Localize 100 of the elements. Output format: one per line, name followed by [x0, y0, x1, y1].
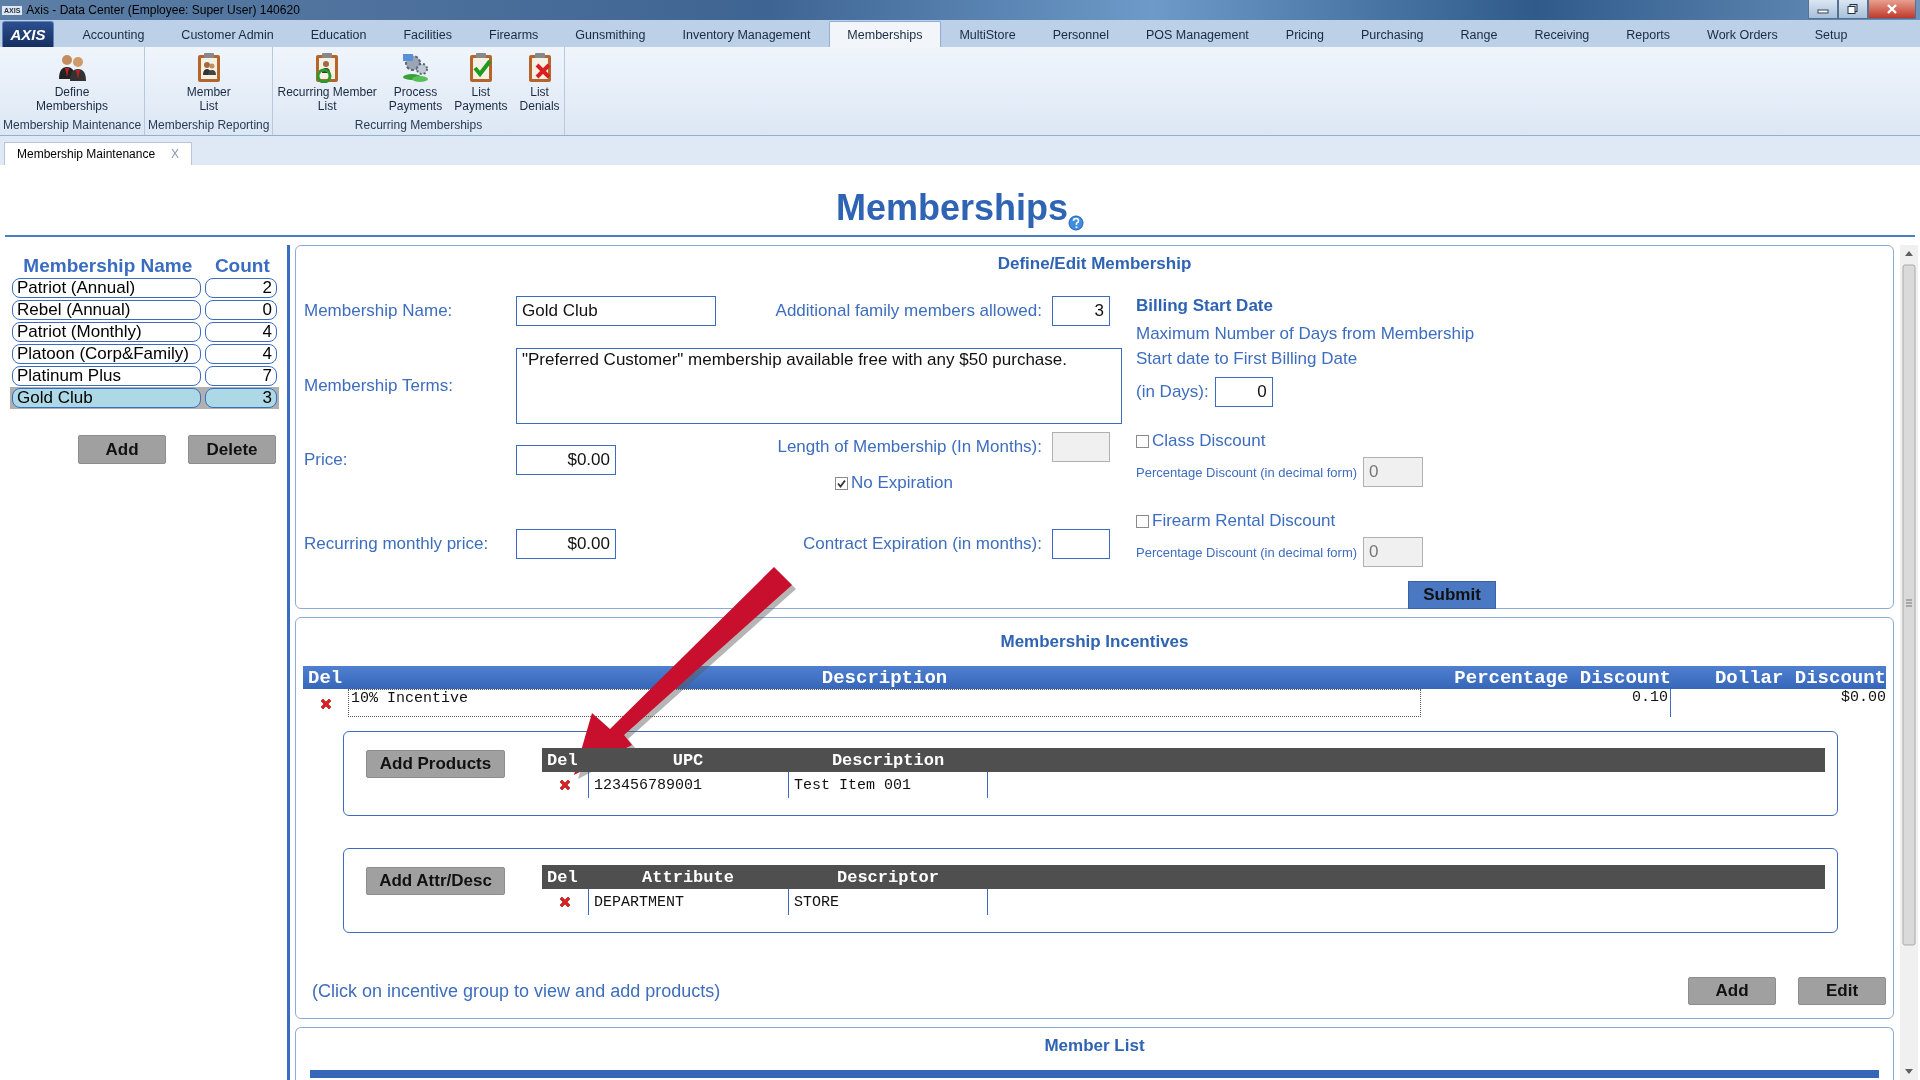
field-label: Percentage Discount (in decimal form) [1136, 464, 1358, 480]
column-header: Percentage Discount [1453, 666, 1671, 689]
list-button[interactable]: Delete [188, 435, 276, 464]
input-field[interactable]: Gold Club [516, 296, 716, 326]
ribbon-button[interactable]: Recurring Member List [275, 51, 379, 118]
action-button[interactable]: Add Products [366, 750, 505, 778]
menu-tab[interactable]: Reports [1607, 21, 1689, 47]
section-title: Member List [1043, 1036, 1146, 1056]
field-label: Membership Terms: [304, 376, 454, 396]
input-field[interactable]: 0 [1214, 377, 1273, 407]
restore-icon [1847, 4, 1859, 14]
close-icon [1886, 4, 1898, 14]
app-logo[interactable]: AXIS [2, 21, 54, 47]
menu-tab[interactable]: Accounting [64, 21, 163, 47]
restore-button[interactable] [1838, 0, 1868, 19]
menu-tab[interactable]: MultiStore [940, 21, 1035, 47]
ribbon-button[interactable]: List Payments [452, 51, 510, 118]
menu-tab[interactable]: POS Management [1127, 21, 1268, 47]
table-cell-text: $0.00 [1840, 689, 1886, 706]
checkbox[interactable] [834, 476, 848, 490]
minimize-button[interactable] [1808, 0, 1838, 19]
membership-count: 4 [205, 322, 277, 342]
membership-name[interactable]: Platoon (Corp&Family) [12, 344, 202, 364]
column-header: Dollar Discount [1713, 666, 1886, 689]
cross-icon[interactable] [558, 778, 572, 792]
selected-row-highlight[interactable]: Gold Club 3 [10, 387, 279, 409]
cross-icon[interactable] [558, 895, 572, 909]
field-label: Percentage Discount (in decimal form) [1136, 544, 1358, 560]
menu-tab[interactable]: Pricing [1267, 21, 1343, 47]
section-title: Membership Incentives [999, 632, 1190, 652]
field-label: Price: [304, 450, 349, 470]
group-label: Membership Maintenance [2, 118, 143, 134]
column-header: Description [830, 750, 946, 770]
membership-count: 4 [205, 344, 277, 364]
action-button[interactable]: Edit [1798, 977, 1886, 1005]
action-button[interactable]: Add [1688, 977, 1776, 1005]
checkbox-label: Class Discount [1152, 431, 1266, 451]
membership-count: 7 [205, 366, 277, 386]
column-header: Del [546, 867, 579, 887]
help-icon[interactable] [1068, 215, 1085, 231]
menu-tab[interactable]: Education [292, 21, 385, 47]
action-button[interactable]: Add Attr/Desc [366, 867, 505, 895]
column-header: Description [820, 666, 949, 689]
menu-tab[interactable]: Gunsmithing [556, 21, 664, 47]
input-field[interactable]: $0.00 [516, 529, 616, 559]
group-label: Recurring Memberships [353, 118, 484, 134]
menu-tab[interactable]: Memberships [828, 21, 941, 47]
scrollbar[interactable] [1900, 245, 1918, 1080]
table-cell: STORE [788, 889, 988, 915]
table-cell: Test Item 001 [788, 772, 988, 798]
membership-count: 2 [205, 278, 277, 298]
column-header: Del [546, 750, 579, 770]
membership-name[interactable]: Gold Club [12, 388, 202, 408]
section-title: Define/Edit Membership [996, 254, 1193, 274]
column-header: Descriptor [836, 867, 940, 887]
close-button[interactable] [1868, 0, 1916, 19]
field-label: Recurring monthly price: [304, 534, 490, 554]
document-tab[interactable]: Membership Maintenance X [4, 142, 193, 165]
membership-count: 0 [205, 300, 277, 320]
input-field[interactable] [1052, 529, 1110, 559]
membership-count: 3 [205, 388, 277, 408]
group-label: Membership Reporting [147, 118, 271, 134]
section-heading: Billing Start Date [1136, 296, 1274, 316]
checkbox-label: Firearm Rental Discount [1152, 511, 1336, 531]
membership-name[interactable]: Platinum Plus [12, 366, 202, 386]
field-label: Additional family members allowed: [774, 301, 1043, 321]
table-cell: 0.10 [1421, 689, 1671, 717]
membership-name[interactable]: Rebel (Annual) [12, 300, 202, 320]
ribbon-button[interactable]: Process Payments [386, 51, 445, 118]
menu-tab[interactable]: Range [1442, 21, 1516, 47]
ribbon-button[interactable]: Define Memberships [34, 51, 111, 118]
menu-tab[interactable]: Inventory Management [664, 21, 829, 47]
submit-button[interactable]: Submit [1408, 581, 1496, 609]
menu-tab[interactable]: Firearms [470, 21, 557, 47]
column-header: Membership Name [22, 255, 194, 277]
menu-tab[interactable]: Purchasing [1342, 21, 1443, 47]
table-cell: DEPARTMENT [588, 889, 788, 915]
field-label: Contract Expiration (in months): [801, 534, 1043, 554]
membership-name[interactable]: Patriot (Annual) [12, 278, 202, 298]
column-header: Count [213, 255, 271, 277]
field-label: Length of Membership (In Months): [776, 437, 1043, 457]
menu-tab[interactable]: Personnel [1034, 21, 1128, 47]
menu-tab[interactable]: Receiving [1515, 21, 1608, 47]
menu-tab[interactable]: Customer Admin [162, 21, 293, 47]
table-cell: 123456789001 [588, 772, 788, 798]
description-text: Maximum Number of Days from Membership Start date to First Billing Date [1136, 323, 1476, 370]
ribbon-button[interactable]: Member List [184, 51, 233, 118]
input-field[interactable]: $0.00 [516, 445, 616, 475]
checkbox-label: No Expiration [850, 473, 954, 493]
menu-tab[interactable]: Facilities [384, 21, 471, 47]
column-header: Attribute [641, 867, 735, 887]
cross-icon[interactable] [318, 697, 333, 711]
menu-tab[interactable]: Work Orders [1688, 21, 1797, 47]
membership-name[interactable]: Patriot (Monthly) [12, 322, 202, 342]
menu-tab[interactable]: Setup [1796, 21, 1866, 47]
list-button[interactable]: Add [78, 435, 166, 464]
terms-field[interactable]: "Preferred Customer" membership available free with any $50 purchase. [516, 348, 1122, 424]
column-header: Del [307, 666, 344, 689]
input-field[interactable]: 3 [1052, 296, 1110, 326]
ribbon-button[interactable]: List Denials [517, 51, 562, 118]
